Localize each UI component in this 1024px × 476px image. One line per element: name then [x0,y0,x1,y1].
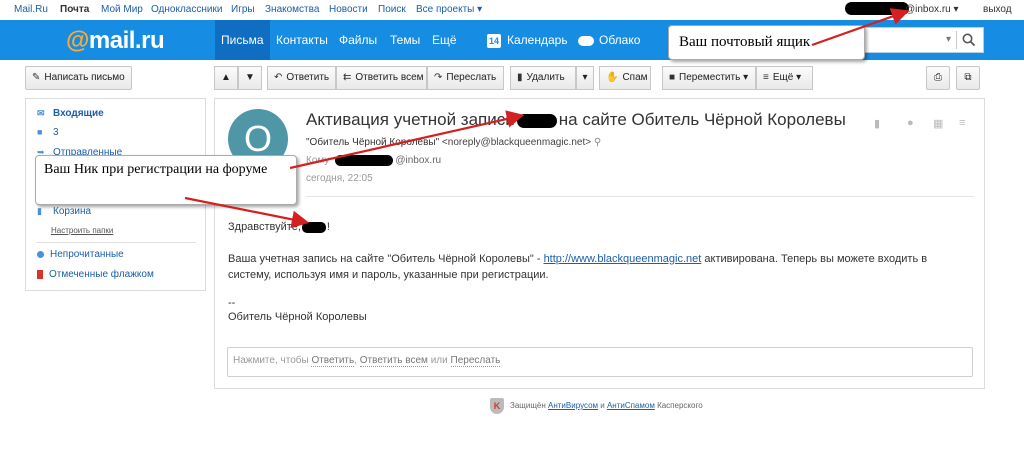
arrow-to-greeting-nick [184,196,310,229]
arrow-to-subject-nick [289,110,525,170]
arrow-to-mailbox [811,8,910,47]
annotation-arrows [184,8,910,229]
